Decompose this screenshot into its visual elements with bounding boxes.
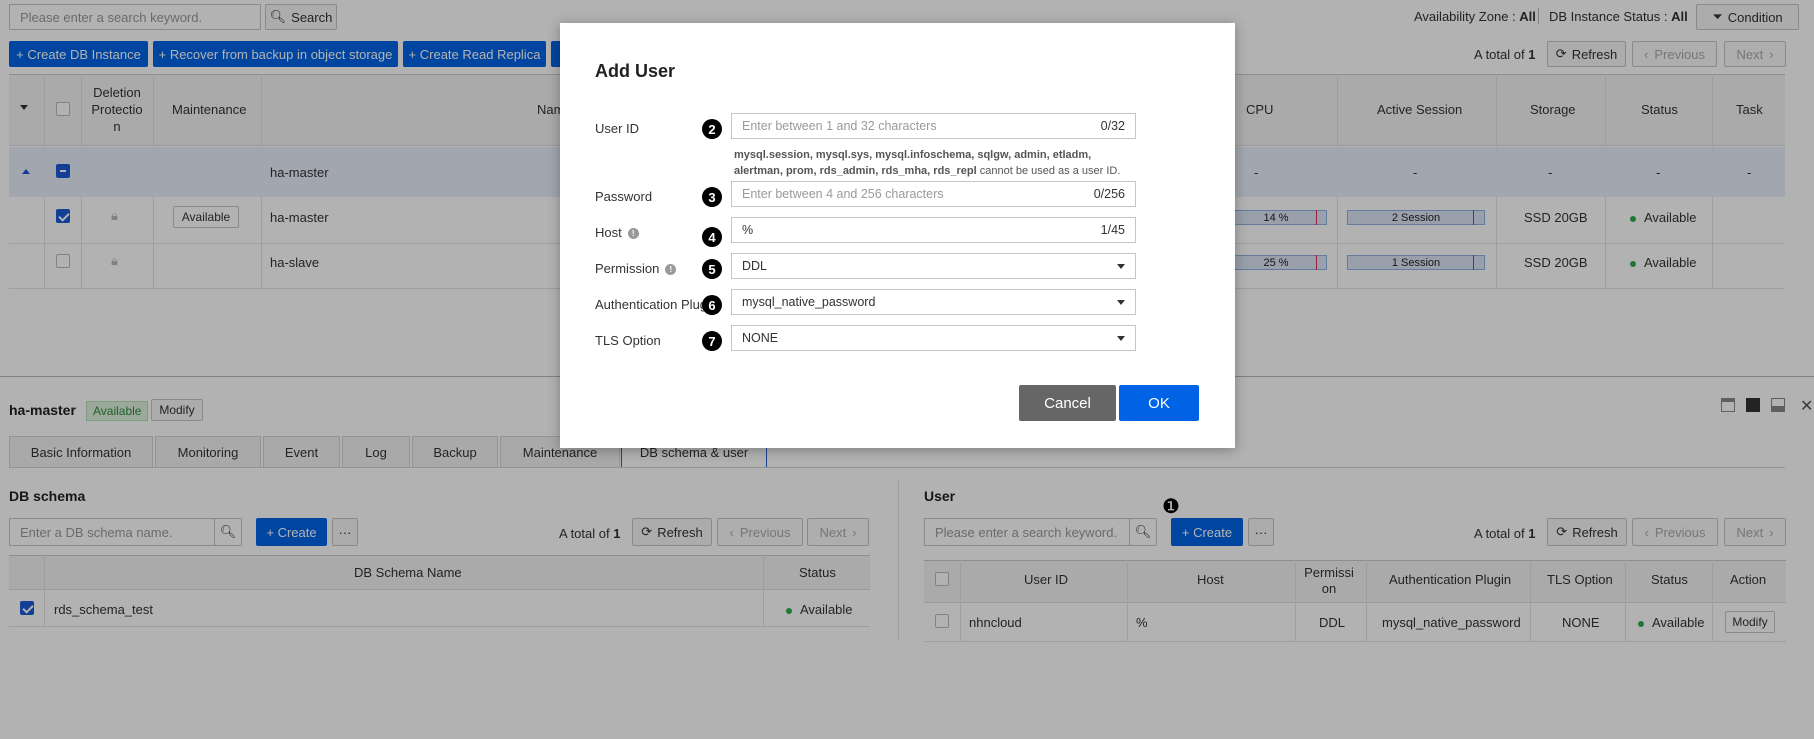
password-input[interactable]: Enter between 4 and 256 characters 0/256: [731, 181, 1136, 207]
chevron-down-icon: [1117, 335, 1125, 341]
info-icon[interactable]: !: [627, 228, 639, 239]
user-id-input[interactable]: Enter between 1 and 32 characters 0/32: [731, 113, 1136, 139]
user-id-label: User ID: [595, 121, 640, 136]
marker-7: 7: [702, 331, 722, 351]
dialog-title: Add User: [595, 61, 676, 81]
auth-plugin-label: Authentication Plugin: [595, 297, 718, 312]
add-user-dialog: Add User User ID 2 Enter between 1 and 3…: [560, 23, 1235, 448]
marker-5: 5: [702, 259, 722, 279]
ok-button[interactable]: OK: [1119, 385, 1199, 421]
reserved-names-note: mysql.session, mysql.sys, mysql.infosche…: [734, 149, 1121, 177]
chevron-down-icon: [1117, 299, 1125, 305]
marker-6: 6: [702, 295, 722, 315]
host-input[interactable]: % 1/45: [731, 217, 1136, 243]
tls-option-label: TLS Option: [595, 333, 661, 348]
auth-plugin-select[interactable]: mysql_native_password: [731, 289, 1136, 315]
marker-4: 4: [702, 227, 722, 247]
marker-2: 2: [702, 119, 722, 139]
cancel-button[interactable]: Cancel: [1019, 385, 1116, 421]
host-label: Host!: [595, 225, 639, 240]
marker-3: 3: [702, 187, 722, 207]
permission-label: Permission!: [595, 261, 677, 276]
marker-1: ❶: [1162, 496, 1180, 518]
chevron-down-icon: [1117, 263, 1125, 269]
password-label: Password: [595, 189, 653, 204]
info-icon[interactable]: !: [665, 264, 677, 275]
permission-select[interactable]: DDL: [731, 253, 1136, 279]
tls-option-select[interactable]: NONE: [731, 325, 1136, 351]
